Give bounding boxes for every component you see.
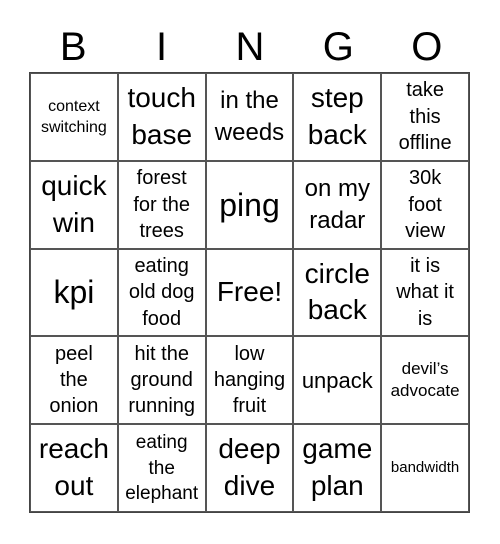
bingo-cell[interactable]: forest for the trees bbox=[117, 160, 206, 249]
cell-text: ping bbox=[219, 186, 280, 223]
bingo-cell[interactable]: low hanging fruit bbox=[205, 336, 294, 425]
header-letter-g: G bbox=[322, 25, 354, 69]
free-space-cell[interactable]: Free! bbox=[205, 248, 294, 337]
bingo-cell[interactable]: on my radar bbox=[293, 160, 382, 249]
cell-text: take this offline bbox=[398, 79, 452, 155]
cell-text: eating old dog food bbox=[128, 254, 195, 330]
cell-text: 30k foot view bbox=[405, 167, 446, 242]
cell-text: Free! bbox=[216, 276, 283, 308]
bingo-cell[interactable]: eating the elephant bbox=[117, 424, 206, 512]
bingo-cell[interactable]: take this offline bbox=[381, 73, 469, 161]
cell-text: eating the elephant bbox=[125, 432, 199, 504]
header-letter-n: N bbox=[235, 25, 265, 69]
bingo-header: B I N G O bbox=[29, 22, 471, 72]
header-letter-b: B bbox=[59, 25, 87, 69]
bingo-cell[interactable]: in the weeds bbox=[205, 73, 294, 161]
bingo-cell[interactable]: hit the ground running bbox=[117, 336, 206, 425]
bingo-cell[interactable]: reach out bbox=[30, 424, 118, 512]
cell-text: context switching bbox=[40, 97, 107, 136]
cell-text: step back bbox=[307, 81, 367, 150]
bingo-cell[interactable]: touch base bbox=[117, 73, 206, 161]
cell-text: hit the ground running bbox=[128, 342, 196, 418]
cell-text: in the weeds bbox=[214, 87, 285, 146]
bingo-grid: context switching touch base in the weeds s… bbox=[29, 72, 470, 513]
bingo-cell[interactable]: bandwidth bbox=[381, 424, 469, 512]
bingo-cell[interactable]: peel the onion bbox=[30, 336, 118, 425]
cell-text: game plan bbox=[302, 433, 373, 502]
cell-text: on my radar bbox=[304, 175, 370, 234]
bingo-cell[interactable]: devil’s advocate bbox=[381, 336, 469, 425]
bingo-cell[interactable]: game plan bbox=[293, 424, 382, 512]
cell-text: quick win bbox=[41, 169, 107, 238]
cell-text: reach out bbox=[38, 433, 109, 502]
cell-text: forest for the trees bbox=[133, 167, 191, 242]
bingo-cell[interactable]: step back bbox=[293, 73, 382, 161]
cell-text: circle back bbox=[304, 257, 370, 326]
bingo-cell[interactable]: 30k foot view bbox=[381, 160, 469, 249]
cell-text: touch base bbox=[127, 81, 196, 150]
bingo-cell[interactable]: it is what it is bbox=[381, 248, 469, 337]
bingo-cell[interactable]: eating old dog food bbox=[117, 248, 206, 337]
bingo-cell[interactable]: circle back bbox=[293, 248, 382, 337]
bingo-cell[interactable]: context switching bbox=[30, 73, 118, 161]
cell-text: bandwidth bbox=[390, 459, 460, 477]
cell-text: low hanging fruit bbox=[213, 342, 286, 418]
cell-text: peel the onion bbox=[49, 342, 99, 418]
bingo-cell[interactable]: quick win bbox=[30, 160, 118, 249]
bingo-cell[interactable]: ping bbox=[205, 160, 294, 249]
cell-text: devil’s advocate bbox=[390, 358, 460, 401]
bingo-cell[interactable]: kpi bbox=[30, 248, 118, 337]
bingo-cell[interactable]: unpack bbox=[293, 336, 382, 425]
header-letter-i: I bbox=[156, 25, 168, 69]
cell-text: it is what it is bbox=[396, 254, 454, 330]
header-letter-o: O bbox=[411, 25, 443, 69]
cell-text: kpi bbox=[53, 274, 95, 311]
cell-text: deep dive bbox=[218, 433, 281, 502]
bingo-cell[interactable]: deep dive bbox=[205, 424, 294, 512]
cell-text: unpack bbox=[301, 367, 373, 393]
